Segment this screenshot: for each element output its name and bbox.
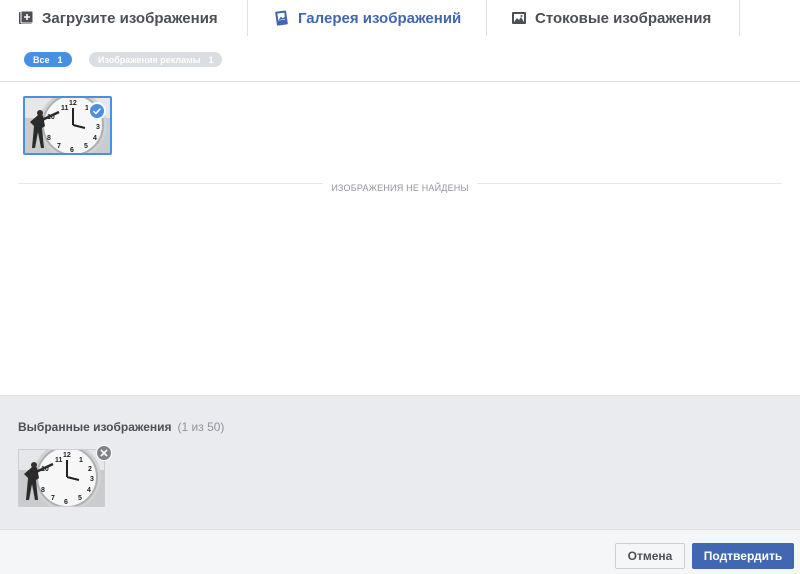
- filter-all-label: Все: [33, 54, 50, 65]
- tab-stock-images[interactable]: Стоковые изображения: [487, 0, 740, 36]
- cancel-button[interactable]: Отмена: [615, 543, 685, 569]
- tab-label: Галерея изображений: [298, 9, 462, 27]
- svg-text:1: 1: [79, 457, 83, 464]
- filter-ads-label: Изображения рекламы: [98, 54, 201, 65]
- selected-image-thumbnail: 12 1 2 345 678 11 10: [18, 449, 105, 507]
- tab-image-gallery[interactable]: Галерея изображений: [248, 0, 487, 36]
- selected-images-title: Выбранные изображения (1 из 50): [18, 420, 224, 434]
- svg-text:12: 12: [63, 452, 71, 459]
- stock-image-icon: [511, 10, 527, 26]
- svg-text:8: 8: [41, 487, 45, 494]
- filter-ads-pill[interactable]: Изображения рекламы 1: [89, 52, 223, 67]
- svg-text:11: 11: [55, 457, 63, 464]
- svg-text:4: 4: [93, 135, 97, 142]
- filter-all-pill[interactable]: Все 1: [24, 52, 72, 67]
- svg-text:8: 8: [47, 135, 51, 142]
- tab-bar: Загрузите изображения Галерея изображени…: [0, 0, 800, 36]
- svg-text:7: 7: [51, 495, 55, 502]
- upload-image-icon: [18, 10, 34, 26]
- close-icon: [100, 449, 108, 457]
- tab-label: Загрузите изображения: [42, 9, 218, 27]
- image-gallery-icon: [274, 10, 290, 26]
- remove-selected-image-button[interactable]: [96, 445, 112, 461]
- svg-text:12: 12: [69, 100, 77, 107]
- dialog-footer: Отмена Подтвердить: [0, 529, 800, 574]
- svg-text:5: 5: [84, 143, 88, 150]
- image-gallery: 1212 345 678 1110 ИЗОБРАЖЕНИЯ НЕ НАЙДЕНЫ: [0, 83, 800, 395]
- svg-text:7: 7: [57, 143, 61, 150]
- selected-title-text: Выбранные изображения: [18, 420, 172, 434]
- tab-upload-images[interactable]: Загрузите изображения: [0, 0, 248, 36]
- clock-man-photo: 1212 345 678 1110: [19, 450, 104, 506]
- filter-bar: Все 1 Изображения рекламы 1: [0, 36, 800, 82]
- tab-label: Стоковые изображения: [535, 9, 712, 27]
- empty-state-text: ИЗОБРАЖЕНИЯ НЕ НАЙДЕНЫ: [323, 183, 477, 193]
- svg-text:11: 11: [61, 105, 69, 112]
- selected-count: (1 из 50): [177, 420, 225, 434]
- svg-text:2: 2: [88, 466, 92, 473]
- svg-text:4: 4: [87, 487, 91, 494]
- filter-ads-count: 1: [208, 54, 214, 65]
- svg-text:6: 6: [70, 147, 74, 153]
- svg-text:5: 5: [78, 495, 82, 502]
- selected-check-icon: [88, 102, 106, 120]
- empty-state-message: ИЗОБРАЖЕНИЯ НЕ НАЙДЕНЫ: [0, 178, 800, 196]
- svg-text:3: 3: [90, 476, 94, 483]
- selected-images-panel: Выбранные изображения (1 из 50) 12 1 2 345 …: [0, 395, 800, 529]
- svg-text:6: 6: [64, 499, 68, 506]
- filter-all-count: 1: [57, 54, 63, 65]
- confirm-button[interactable]: Подтвердить: [692, 543, 794, 569]
- svg-text:3: 3: [96, 124, 100, 131]
